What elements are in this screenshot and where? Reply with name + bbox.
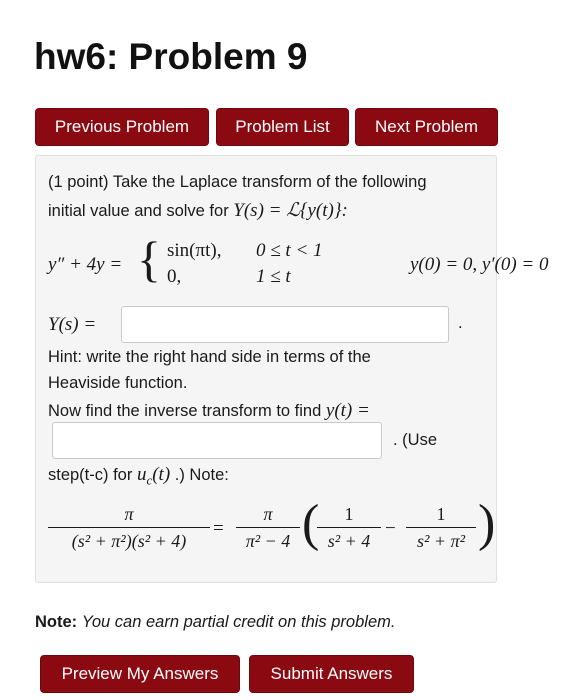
inverse-math: y(t) =	[325, 400, 370, 421]
partial-credit-note: Note: You can earn partial credit on thi…	[35, 613, 395, 632]
next-problem-button[interactable]: Next Problem	[355, 108, 498, 146]
eq-equals: =	[213, 518, 224, 539]
eq-lhs-num: π	[124, 504, 134, 524]
preview-answers-button[interactable]: Preview My Answers	[40, 655, 240, 693]
eq-coef-num: π	[263, 504, 273, 524]
eq-lhs-fraction: π (s² + π²)(s² + 4)	[48, 504, 210, 552]
eq-term2-num: 1	[436, 504, 446, 524]
eq-term1-num: 1	[344, 504, 354, 524]
step-text: step(t-c) for	[48, 466, 133, 484]
piecewise-brace: {	[137, 231, 161, 287]
eq-coef-fraction: π π² − 4	[236, 504, 300, 552]
eq-term2-den: s² + π²	[417, 531, 465, 551]
problem-intro-line2: initial value and solve for Y(s) = ℒ{y(t…	[48, 199, 348, 222]
note-text: You can earn partial credit on this prob…	[81, 613, 396, 631]
note-label: Note:	[35, 613, 78, 631]
inverse-text: Now find the inverse transform to find	[48, 402, 322, 420]
previous-problem-button[interactable]: Previous Problem	[35, 108, 209, 146]
eq-minus: −	[385, 518, 396, 539]
step-math-tail: (t)	[152, 464, 171, 485]
eq-term1-fraction: 1 s² + 4	[317, 504, 381, 552]
submit-answers-button[interactable]: Submit Answers	[249, 655, 414, 693]
eq-term2-fraction: 1 s² + π²	[406, 504, 476, 552]
hint-line1: Hint: write the right hand side in terms…	[48, 348, 371, 366]
step-line: step(t-c) for uc(t) .) Note:	[48, 464, 229, 488]
hint-line2: Heaviside function.	[48, 374, 188, 392]
case2-value: 0,	[167, 266, 182, 287]
eq-lhs-den: (s² + π²)(s² + 4)	[71, 531, 187, 551]
note-text: .) Note:	[174, 466, 229, 484]
use-text: . (Use	[393, 431, 438, 449]
Y-answer-input[interactable]	[121, 306, 449, 343]
problem-list-button[interactable]: Problem List	[216, 108, 349, 146]
period-after-Y: .	[458, 314, 463, 332]
eq-term1-den: s² + 4	[327, 531, 371, 551]
problem-intro-line1: (1 point) Take the Laplace transform of …	[48, 173, 427, 191]
initial-conditions: y(0) = 0, y′(0) = 0	[410, 254, 549, 275]
right-paren: )	[478, 495, 496, 552]
case1-condition: 0 ≤ t < 1	[256, 240, 323, 261]
inverse-line: Now find the inverse transform to find y…	[48, 400, 370, 422]
page-title: hw6: Problem 9	[34, 36, 308, 77]
problem-intro-text: initial value and solve for	[48, 202, 229, 220]
Y-label: Y(s) =	[48, 314, 97, 335]
ode-lhs: y″ + 4y =	[48, 254, 123, 275]
laplace-definition-math: Y(s) = ℒ{y(t)}:	[233, 200, 348, 221]
eq-coef-den: π² − 4	[245, 531, 291, 551]
case1-value: sin(πt),	[167, 240, 222, 261]
y-answer-input[interactable]	[52, 422, 382, 459]
case2-condition: 1 ≤ t	[256, 266, 291, 287]
